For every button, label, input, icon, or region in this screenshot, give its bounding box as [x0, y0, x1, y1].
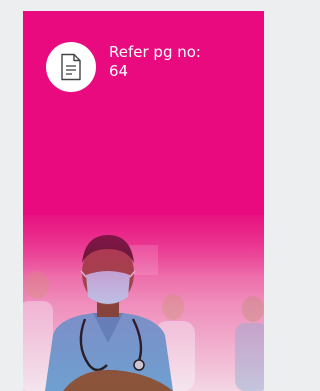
medical-staff-photo	[23, 215, 264, 391]
document-icon	[61, 53, 81, 81]
pink-header-panel	[23, 11, 264, 215]
reference-page-number: 64	[109, 62, 129, 80]
document-icon-button[interactable]	[46, 42, 96, 92]
page-reference-text: Refer pg no: 64	[109, 43, 249, 81]
reference-label: Refer pg no:	[109, 43, 201, 61]
reference-card: Refer pg no: 64	[23, 11, 264, 391]
